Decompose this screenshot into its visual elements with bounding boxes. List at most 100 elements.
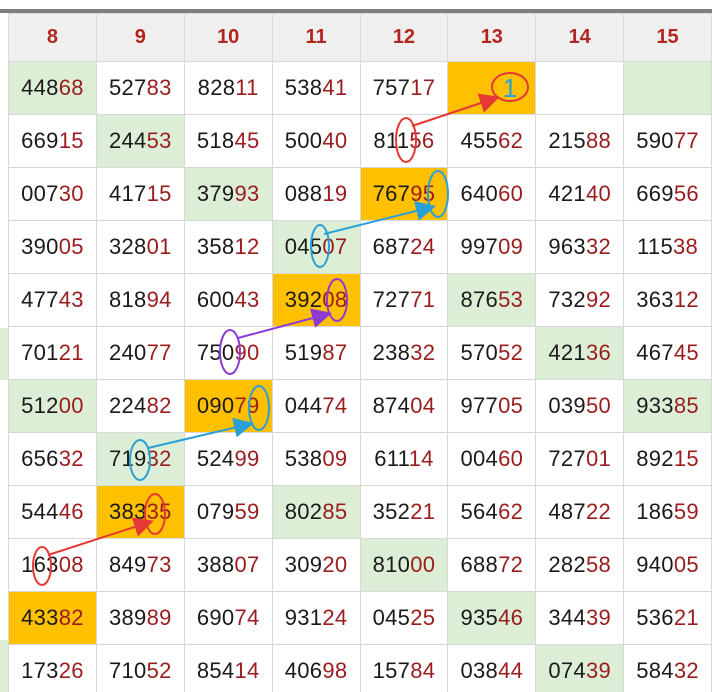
grid-cell[interactable]: 75717 — [359, 61, 449, 115]
grid-cell[interactable]: 39208 — [271, 273, 361, 327]
grid-cell[interactable]: 72701 — [535, 432, 625, 486]
grid-cell[interactable]: 72771 — [359, 273, 449, 327]
grid-cell[interactable]: 50040 — [271, 114, 361, 168]
grid-cell[interactable] — [623, 61, 712, 115]
grid-cell[interactable]: 52499 — [183, 432, 273, 486]
grid-cell[interactable]: 38335 — [95, 485, 185, 539]
grid-cell[interactable]: 64060 — [447, 167, 537, 221]
grid-cell[interactable]: 44868 — [8, 61, 97, 115]
grid-cell[interactable]: 17326 — [8, 644, 97, 692]
grid-cell[interactable] — [447, 61, 537, 115]
grid-cell[interactable]: 51987 — [271, 326, 361, 380]
grid-cell[interactable]: 46745 — [623, 326, 712, 380]
grid-cell[interactable]: 61114 — [359, 432, 449, 486]
grid-cell[interactable]: 66956 — [623, 167, 712, 221]
grid-cell[interactable]: 82811 — [183, 61, 273, 115]
grid-cell[interactable]: 08819 — [271, 167, 361, 221]
grid-cell[interactable]: 36312 — [623, 273, 712, 327]
grid-cell[interactable]: 42136 — [535, 326, 625, 380]
grid-cell[interactable]: 52783 — [95, 61, 185, 115]
grid-cell[interactable]: 97705 — [447, 379, 537, 433]
grid-cell[interactable]: 51845 — [183, 114, 273, 168]
grid-cell[interactable]: 81156 — [359, 114, 449, 168]
grid-cell[interactable] — [535, 61, 625, 115]
grid-cell[interactable]: 40698 — [271, 644, 361, 692]
grid-cell[interactable]: 23832 — [359, 326, 449, 380]
grid-cell[interactable]: 85414 — [183, 644, 273, 692]
grid-cell[interactable]: 73292 — [535, 273, 625, 327]
column-header[interactable]: 8 — [8, 13, 97, 62]
grid-cell[interactable]: 53621 — [623, 591, 712, 645]
column-header[interactable]: 9 — [95, 13, 185, 62]
grid-cell[interactable]: 38807 — [183, 538, 273, 592]
grid-cell[interactable]: 24077 — [95, 326, 185, 380]
grid-cell[interactable]: 45562 — [447, 114, 537, 168]
grid-cell[interactable]: 03844 — [447, 644, 537, 692]
grid-cell[interactable]: 32801 — [95, 220, 185, 274]
grid-cell[interactable]: 99709 — [447, 220, 537, 274]
grid-cell[interactable]: 59077 — [623, 114, 712, 168]
grid-cell[interactable]: 84973 — [95, 538, 185, 592]
grid-cell[interactable]: 89215 — [623, 432, 712, 486]
grid-cell[interactable]: 75090 — [183, 326, 273, 380]
grid-cell[interactable]: 93385 — [623, 379, 712, 433]
grid-cell[interactable]: 39005 — [8, 220, 97, 274]
grid-cell[interactable]: 21588 — [535, 114, 625, 168]
grid-cell[interactable]: 94005 — [623, 538, 712, 592]
grid-cell[interactable]: 42140 — [535, 167, 625, 221]
grid-cell[interactable]: 16308 — [8, 538, 97, 592]
grid-cell[interactable]: 22482 — [95, 379, 185, 433]
grid-cell[interactable]: 58432 — [623, 644, 712, 692]
grid-cell[interactable]: 18659 — [623, 485, 712, 539]
grid-cell[interactable]: 48722 — [535, 485, 625, 539]
grid-cell[interactable]: 15784 — [359, 644, 449, 692]
grid-cell[interactable]: 43382 — [8, 591, 97, 645]
grid-cell[interactable]: 71052 — [95, 644, 185, 692]
grid-cell[interactable]: 04507 — [271, 220, 361, 274]
grid-cell[interactable]: 28258 — [535, 538, 625, 592]
grid-cell[interactable]: 87404 — [359, 379, 449, 433]
grid-cell[interactable]: 37993 — [183, 167, 273, 221]
grid-cell[interactable]: 04525 — [359, 591, 449, 645]
grid-cell[interactable]: 11538 — [623, 220, 712, 274]
grid-cell[interactable]: 93546 — [447, 591, 537, 645]
grid-cell[interactable]: 07439 — [535, 644, 625, 692]
grid-cell[interactable]: 87653 — [447, 273, 537, 327]
grid-cell[interactable]: 68872 — [447, 538, 537, 592]
grid-cell[interactable]: 81894 — [95, 273, 185, 327]
grid-cell[interactable]: 38989 — [95, 591, 185, 645]
grid-cell[interactable]: 56462 — [447, 485, 537, 539]
grid-cell[interactable]: 81000 — [359, 538, 449, 592]
grid-cell[interactable]: 57052 — [447, 326, 537, 380]
grid-cell[interactable]: 24453 — [95, 114, 185, 168]
grid-cell[interactable]: 69074 — [183, 591, 273, 645]
column-header[interactable]: 14 — [535, 13, 625, 62]
column-header[interactable]: 13 — [447, 13, 537, 62]
grid-cell[interactable]: 53841 — [271, 61, 361, 115]
column-header[interactable]: 10 — [183, 13, 273, 62]
grid-cell[interactable]: 76795 — [359, 167, 449, 221]
grid-cell[interactable]: 65632 — [8, 432, 97, 486]
grid-cell[interactable]: 96332 — [535, 220, 625, 274]
grid-cell[interactable]: 34439 — [535, 591, 625, 645]
grid-cell[interactable]: 53809 — [271, 432, 361, 486]
grid-cell[interactable]: 68724 — [359, 220, 449, 274]
grid-cell[interactable]: 04474 — [271, 379, 361, 433]
grid-cell[interactable]: 35812 — [183, 220, 273, 274]
grid-cell[interactable]: 51200 — [8, 379, 97, 433]
grid-cell[interactable]: 71932 — [95, 432, 185, 486]
grid-cell[interactable]: 80285 — [271, 485, 361, 539]
grid-cell[interactable]: 07959 — [183, 485, 273, 539]
grid-cell[interactable]: 03950 — [535, 379, 625, 433]
grid-cell[interactable]: 00460 — [447, 432, 537, 486]
column-header[interactable]: 11 — [271, 13, 361, 62]
grid-cell[interactable]: 35221 — [359, 485, 449, 539]
grid-cell[interactable]: 70121 — [8, 326, 97, 380]
column-header[interactable]: 15 — [623, 13, 712, 62]
grid-cell[interactable]: 41715 — [95, 167, 185, 221]
grid-cell[interactable]: 60043 — [183, 273, 273, 327]
column-header[interactable]: 12 — [359, 13, 449, 62]
grid-cell[interactable]: 09079 — [183, 379, 273, 433]
grid-cell[interactable]: 47743 — [8, 273, 97, 327]
grid-cell[interactable]: 30920 — [271, 538, 361, 592]
